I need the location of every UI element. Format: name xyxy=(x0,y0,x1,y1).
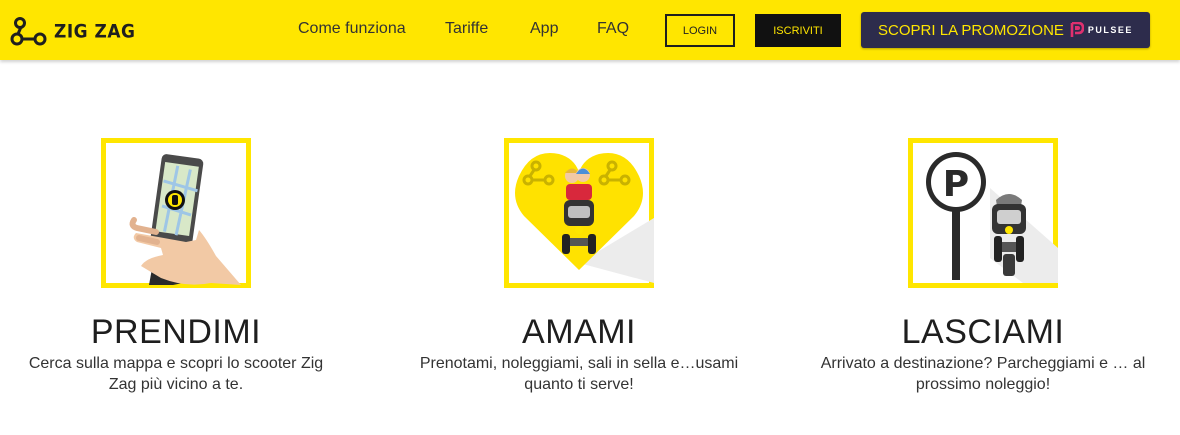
signup-button-label: ISCRIVITI xyxy=(773,24,823,37)
login-button[interactable]: LOGIN xyxy=(665,14,735,47)
nav-link-tariffe[interactable]: Tariffe xyxy=(445,20,488,38)
zigzag-logo-icon xyxy=(10,17,47,46)
feature-description-prendimi: Cerca sulla mappa e scopri lo scooter Zi… xyxy=(28,355,324,393)
top-navigation-bar: ZIG ZAG Come funziona Tariffe App FAQ LO… xyxy=(0,0,1180,60)
pulsee-brand-text: PULSEE xyxy=(1087,25,1133,35)
feature-title-prendimi: PRENDIMI xyxy=(90,313,262,351)
pulsee-mark-icon xyxy=(1070,22,1084,37)
amami-illustration xyxy=(504,138,654,288)
feature-title-lasciami: LASCIAMI xyxy=(901,313,1065,351)
promo-button-label: SCOPRI LA PROMOZIONE xyxy=(878,21,1064,39)
brand-name: ZIG ZAG xyxy=(54,21,136,43)
feature-description-amami: Prenotami, noleggiami, sali in sella e…u… xyxy=(419,355,739,393)
nav-link-come-funziona[interactable]: Come funziona xyxy=(298,20,406,38)
nav-link-app[interactable]: App xyxy=(530,20,558,38)
parking-sign-letter: P xyxy=(943,164,969,205)
feature-description-lasciami: Arrivato a destinazione? Parcheggiami e … xyxy=(820,355,1146,393)
brand-logo[interactable]: ZIG ZAG xyxy=(10,14,135,50)
signup-button[interactable]: ISCRIVITI xyxy=(755,14,841,47)
login-button-label: LOGIN xyxy=(682,24,718,37)
prendimi-illustration xyxy=(101,138,251,288)
pulsee-logo: PULSEE xyxy=(1070,22,1133,38)
lasciami-illustration: P xyxy=(908,138,1058,288)
nav-link-faq[interactable]: FAQ xyxy=(597,20,629,38)
feature-title-amami: AMAMI xyxy=(522,313,636,351)
promo-button[interactable]: SCOPRI LA PROMOZIONE PULSEE xyxy=(861,12,1150,48)
